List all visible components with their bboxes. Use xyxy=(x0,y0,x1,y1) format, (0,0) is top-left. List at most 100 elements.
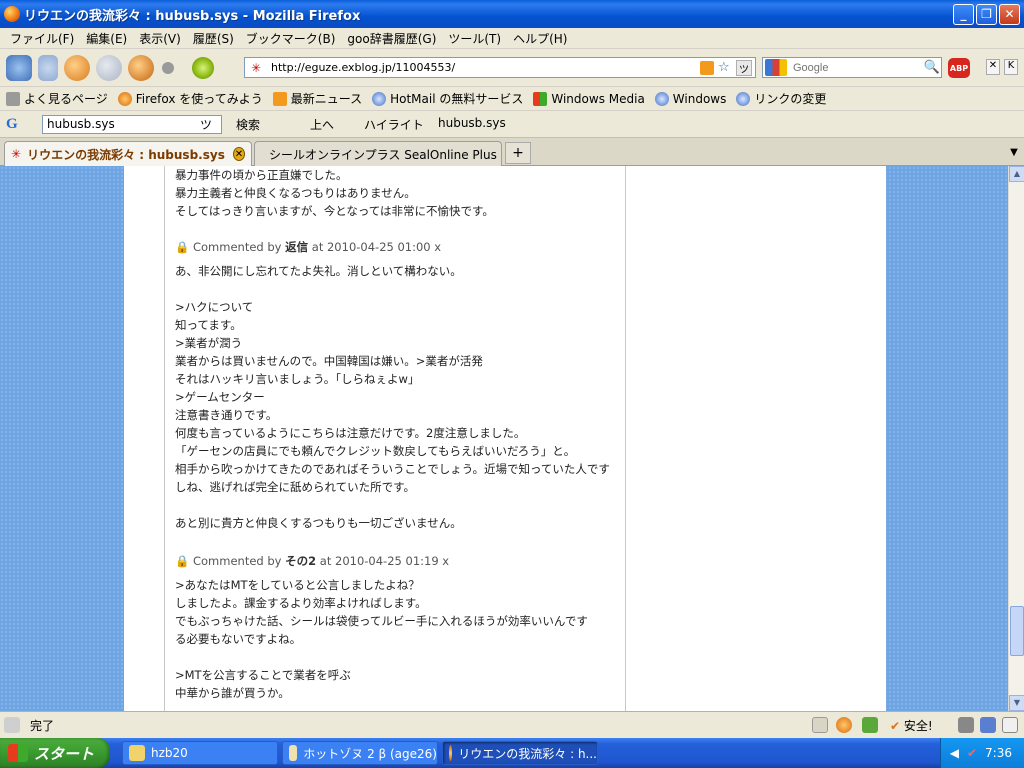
comment-text-line: >ハクについて xyxy=(175,300,254,314)
tab-inactive[interactable]: シールオンラインプラス SealOnline Plus ✕ xyxy=(254,141,514,166)
scroll-up-icon[interactable]: ▲ xyxy=(1009,166,1024,182)
taskbar-item[interactable]: ホットゾヌ 2 β (age26) xyxy=(282,741,438,765)
extension-icon[interactable] xyxy=(162,61,174,74)
bookmark-item[interactable]: HotMail の無料サービス xyxy=(372,90,523,107)
windows-taskbar: スタート hzb20 ホットゾヌ 2 β (age26) リウエンの我流彩々 :… xyxy=(0,738,1024,768)
tab-strip: ✳ リウエンの我流彩々 : hubusb.sys ✕ シールオンラインプラス S… xyxy=(0,138,1024,166)
go-icon[interactable]: ツ xyxy=(736,59,752,76)
bookmark-item[interactable]: 最新ニュース xyxy=(272,90,362,107)
comment-time: at 2010-04-25 01:00 xyxy=(311,240,431,254)
google-search-button[interactable]: 検索 xyxy=(236,116,260,133)
reload-cat-icon[interactable] xyxy=(64,54,90,81)
scroll-thumb[interactable] xyxy=(1010,606,1024,656)
highlight-button[interactable]: ハイライト xyxy=(364,116,424,133)
bookmarks-bar: よく見るページ Firefox を使ってみよう 最新ニュース HotMail の… xyxy=(0,87,1024,111)
comment-text-line: 知ってます。 xyxy=(175,318,242,332)
close-tab-icon[interactable]: ✕ xyxy=(232,147,245,161)
google-search-input[interactable]: hubusb.sys xyxy=(42,115,222,134)
menu-edit[interactable]: 編集(E) xyxy=(80,28,133,49)
comment-author: 返信 xyxy=(285,240,309,254)
lock-icon: 🔒 xyxy=(175,554,190,568)
tray-app-icon[interactable]: ✔ xyxy=(967,746,977,760)
ie-icon xyxy=(654,91,669,106)
firefox-icon xyxy=(117,91,132,106)
tab-active[interactable]: ✳ リウエンの我流彩々 : hubusb.sys ✕ xyxy=(4,141,252,166)
rss-icon[interactable] xyxy=(700,60,714,75)
start-button[interactable]: スタート xyxy=(0,738,110,768)
menu-history[interactable]: 履歴(S) xyxy=(187,28,240,49)
bookmark-item[interactable]: Windows Media xyxy=(533,91,645,106)
addon-k-icon[interactable]: K xyxy=(1004,59,1018,75)
firefox-icon xyxy=(449,745,453,761)
tab-list-icon[interactable]: ▼ xyxy=(1006,142,1022,164)
page-icon[interactable] xyxy=(1002,717,1018,733)
google-logo-icon[interactable]: G xyxy=(6,116,18,133)
clock: 7:36 xyxy=(985,746,1012,760)
comment-text-line: 暴力主義者と仲良くなるつもりはありません。 xyxy=(175,186,416,200)
bookmark-item[interactable]: Windows xyxy=(654,91,726,106)
delete-comment-link[interactable]: x xyxy=(434,240,441,254)
menu-file[interactable]: ファイル(F) xyxy=(4,28,80,49)
comment-text-line: 相手から吹っかけてきたのであればそういうことでしょう。近場で知っていた人です xyxy=(175,462,610,476)
vertical-scrollbar[interactable]: ▲ ▼ xyxy=(1008,166,1024,711)
google-engine-icon[interactable] xyxy=(765,59,787,76)
comment-text-line: る必要もないですよね。 xyxy=(175,632,302,646)
rss-icon xyxy=(272,91,287,106)
google-toolbar: G hubusb.sys ツ 検索 上へ ハイライト hubusb.sys xyxy=(0,111,1024,138)
menu-help[interactable]: ヘルプ(H) xyxy=(507,28,573,49)
stop-cat-icon[interactable] xyxy=(96,54,122,81)
addon-icon[interactable] xyxy=(862,717,878,733)
bookmark-item[interactable]: リンクの変更 xyxy=(736,90,826,107)
comment-text-line: そしてはっきり言いますが、今となっては非常に不愉快です。 xyxy=(175,204,494,218)
page-icon xyxy=(6,91,20,106)
comment-text-line: >あなたはMTをしていると公言しましたよね？ xyxy=(175,578,420,592)
status-bar: 完了 ✔ 安全! xyxy=(0,711,1024,738)
flag-icon[interactable] xyxy=(958,717,974,733)
comment-text-line: 中華から誰が買うか。 xyxy=(175,686,290,700)
ie-icon xyxy=(372,91,387,106)
menu-bar: ファイル(F) 編集(E) 表示(V) 履歴(S) ブックマーク(B) goo辞… xyxy=(0,28,1024,49)
minimize-button[interactable]: _ xyxy=(953,3,974,25)
search-input[interactable] xyxy=(787,61,923,74)
refresh-icon[interactable] xyxy=(192,56,214,79)
taskbar-item[interactable]: hzb20 xyxy=(122,741,278,765)
close-button[interactable]: ✕ xyxy=(999,3,1020,25)
comment-text-line: しね、逃げれば完全に舐められていた所です。 xyxy=(175,480,416,494)
scroll-down-icon[interactable]: ▼ xyxy=(1009,695,1024,711)
comment-text-line: あと別に貴方と仲良くするつもりも一切ございません。 xyxy=(175,516,462,530)
restore-button[interactable]: ❐ xyxy=(976,3,997,25)
bookmark-item[interactable]: よく見るページ xyxy=(6,90,108,107)
comment-text-line: >業者が潤う xyxy=(175,336,243,350)
comment-text-line: 「ゲーセンの店員にでも頼んでクレジット数戻してもらえばいいだろう」と。 xyxy=(175,444,576,458)
menu-goo-history[interactable]: goo辞書履歴(G) xyxy=(341,28,442,49)
bookmark-item[interactable]: Firefox を使ってみよう xyxy=(117,90,263,107)
search-icon[interactable]: 🔍 xyxy=(923,60,941,75)
tray-arrow-icon[interactable]: ◀ xyxy=(950,746,959,760)
secure-indicator[interactable]: ✔ 安全! xyxy=(890,717,933,734)
app-icon xyxy=(289,745,298,761)
home-icon[interactable] xyxy=(128,54,154,81)
title-bar: リウエンの我流彩々 : hubusb.sys - Mozilla Firefox… xyxy=(0,0,1024,28)
menu-bookmarks[interactable]: ブックマーク(B) xyxy=(240,28,342,49)
sp-icon[interactable] xyxy=(980,717,996,733)
adblock-button[interactable]: ABP xyxy=(948,58,970,78)
search-box[interactable]: 🔍 xyxy=(762,57,942,78)
bookmark-star-icon[interactable]: ☆ xyxy=(718,60,732,75)
taskbar-item[interactable]: リウエンの我流彩々 : h... xyxy=(442,741,598,765)
search-term-button[interactable]: hubusb.sys xyxy=(438,116,506,130)
delete-comment-link[interactable]: x xyxy=(442,554,449,568)
navigation-toolbar: ✳ http://eguze.exblog.jp/11004553/ ☆ ツ 🔍… xyxy=(0,49,1024,87)
addon-icon[interactable]: ✕ xyxy=(986,59,1000,75)
up-button[interactable]: 上へ xyxy=(310,116,334,133)
back-icon[interactable] xyxy=(6,54,32,81)
go-icon[interactable]: ツ xyxy=(200,116,212,133)
firefox-icon[interactable] xyxy=(836,717,852,733)
windows-flag-icon xyxy=(533,91,548,106)
forward-icon[interactable] xyxy=(38,54,58,81)
new-tab-button[interactable]: + xyxy=(505,142,531,164)
menu-tools[interactable]: ツール(T) xyxy=(442,28,507,49)
url-bar[interactable]: ✳ http://eguze.exblog.jp/11004553/ ☆ ツ xyxy=(244,57,756,78)
blog-page: 暴力事件の頃から正直嫌でした。 暴力主義者と仲良くなるつもりはありません。 そし… xyxy=(124,166,886,711)
url-text[interactable]: http://eguze.exblog.jp/11004553/ xyxy=(267,61,700,74)
menu-view[interactable]: 表示(V) xyxy=(133,28,187,49)
